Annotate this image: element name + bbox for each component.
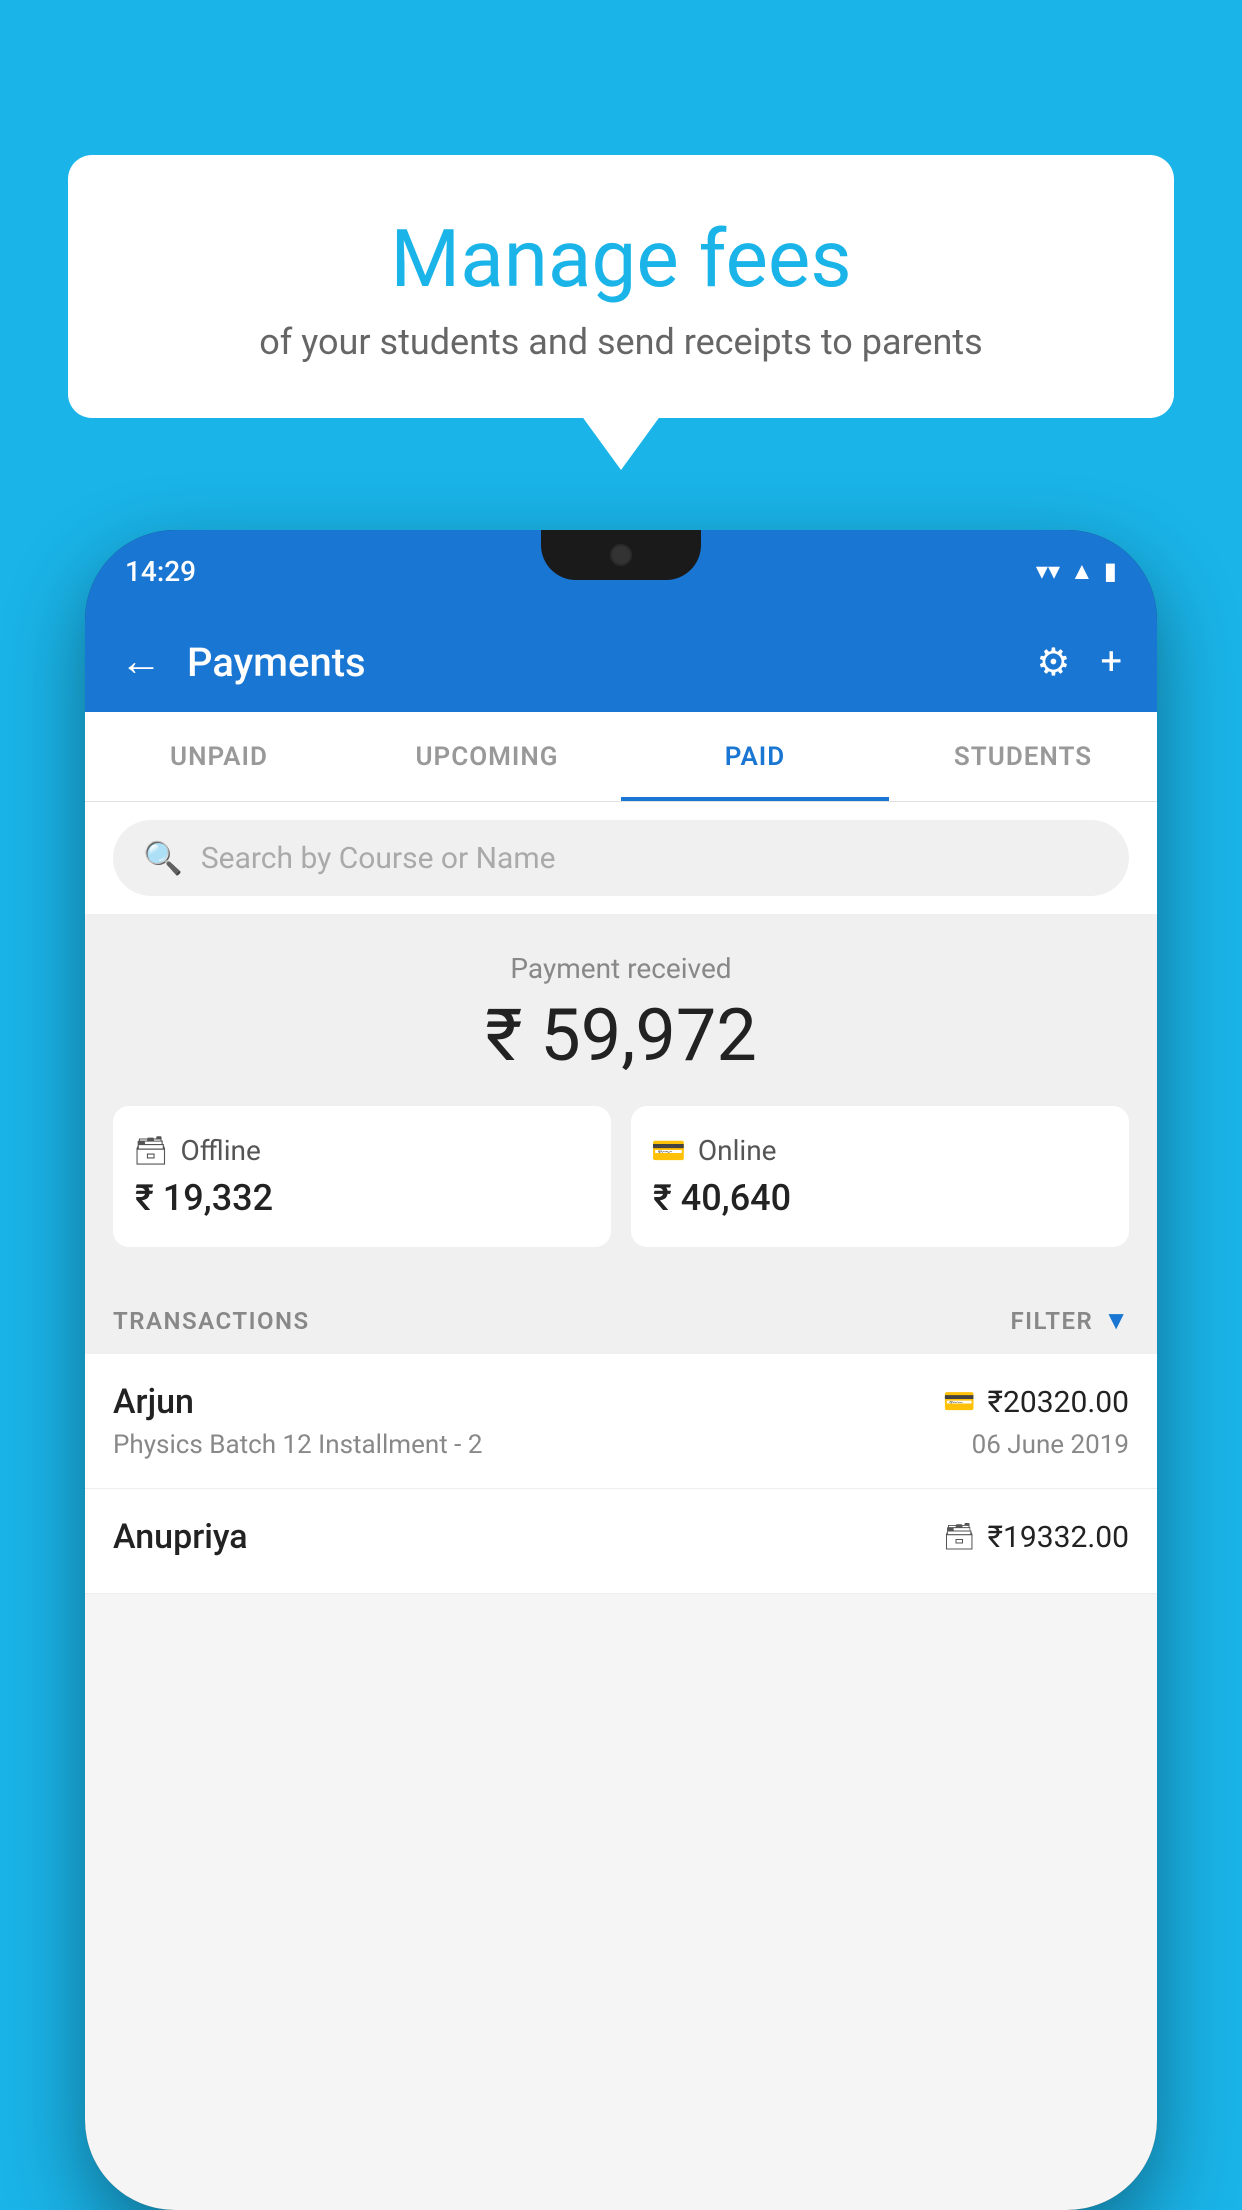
status-time: 14:29: [125, 555, 196, 588]
transaction-date: 06 June 2019: [972, 1430, 1129, 1460]
back-button[interactable]: ←: [120, 641, 162, 683]
transaction-course: Physics Batch 12 Installment - 2: [113, 1430, 482, 1460]
online-card: 💳 Online ₹ 40,640: [631, 1106, 1129, 1247]
card-payment-icon: 💳: [943, 1387, 975, 1417]
app-header: ← Payments ⚙ +: [85, 612, 1157, 712]
page-title: Payments: [187, 639, 1011, 686]
status-bar: 14:29 ▾▾ ▲ ▮: [85, 530, 1157, 612]
payment-received-label: Payment received: [113, 952, 1129, 985]
filter-icon[interactable]: ▼: [1103, 1305, 1129, 1336]
status-icons: ▾▾ ▲ ▮: [1036, 557, 1117, 586]
filter-section[interactable]: FILTER ▼: [1010, 1305, 1129, 1336]
battery-icon: ▮: [1104, 557, 1117, 585]
header-icons: ⚙ +: [1036, 640, 1122, 685]
search-bar-wrap: 🔍 Search by Course or Name: [85, 802, 1157, 914]
payment-total-amount: ₹ 59,972: [113, 993, 1129, 1078]
offline-label: Offline: [181, 1134, 261, 1167]
tab-upcoming[interactable]: UPCOMING: [353, 712, 621, 801]
transaction-item[interactable]: Arjun 💳 ₹20320.00 Physics Batch 12 Insta…: [85, 1354, 1157, 1489]
add-button[interactable]: +: [1100, 640, 1122, 684]
offline-card-header: 🗃 Offline: [133, 1134, 591, 1167]
speech-bubble: Manage fees of your students and send re…: [68, 155, 1174, 418]
notch: [541, 530, 701, 580]
search-input[interactable]: Search by Course or Name: [201, 841, 556, 876]
phone-content: 🔍 Search by Course or Name Payment recei…: [85, 802, 1157, 2210]
transaction-row1: Anupriya 🗃 ₹19332.00: [113, 1517, 1129, 1557]
offline-card: 🗃 Offline ₹ 19,332: [113, 1106, 611, 1247]
tab-paid[interactable]: PAID: [621, 712, 889, 801]
phone-frame: 14:29 ▾▾ ▲ ▮ ← Payments ⚙ + UNPAID UPCOM…: [85, 530, 1157, 2210]
gear-icon[interactable]: ⚙: [1036, 640, 1070, 685]
search-icon: 🔍: [143, 839, 183, 877]
tab-unpaid[interactable]: UNPAID: [85, 712, 353, 801]
transactions-header: TRANSACTIONS FILTER ▼: [85, 1277, 1157, 1354]
wifi-icon: ▾▾: [1036, 557, 1060, 585]
transaction-name: Anupriya: [113, 1517, 248, 1557]
payment-cards: 🗃 Offline ₹ 19,332 💳 Online ₹ 40,640: [113, 1106, 1129, 1247]
transaction-amount-wrap: 💳 ₹20320.00: [943, 1385, 1129, 1420]
transaction-name: Arjun: [113, 1382, 194, 1422]
filter-label: FILTER: [1010, 1307, 1093, 1335]
bubble-title: Manage fees: [118, 215, 1124, 303]
online-amount: ₹ 40,640: [651, 1177, 1109, 1219]
offline-icon: 🗃: [133, 1134, 169, 1167]
transaction-amount-wrap: 🗃 ₹19332.00: [943, 1520, 1129, 1555]
offline-amount: ₹ 19,332: [133, 1177, 591, 1219]
transaction-amount: ₹19332.00: [988, 1520, 1129, 1555]
transaction-row2: Physics Batch 12 Installment - 2 06 June…: [113, 1430, 1129, 1460]
transaction-amount: ₹20320.00: [988, 1385, 1129, 1420]
offline-payment-icon: 🗃: [943, 1522, 976, 1552]
camera-dot: [610, 544, 632, 566]
tab-students[interactable]: STUDENTS: [889, 712, 1157, 801]
online-label: Online: [698, 1134, 777, 1167]
payment-received-section: Payment received ₹ 59,972 🗃 Offline ₹ 19…: [85, 914, 1157, 1277]
signal-icon: ▲: [1070, 557, 1094, 586]
transactions-label: TRANSACTIONS: [113, 1307, 310, 1335]
search-bar[interactable]: 🔍 Search by Course or Name: [113, 820, 1129, 896]
speech-bubble-container: Manage fees of your students and send re…: [68, 155, 1174, 418]
transaction-item[interactable]: Anupriya 🗃 ₹19332.00: [85, 1489, 1157, 1594]
tabs-bar: UNPAID UPCOMING PAID STUDENTS: [85, 712, 1157, 802]
bubble-subtitle: of your students and send receipts to pa…: [118, 321, 1124, 363]
transaction-row1: Arjun 💳 ₹20320.00: [113, 1382, 1129, 1422]
online-card-header: 💳 Online: [651, 1134, 1109, 1167]
online-icon: 💳: [651, 1134, 686, 1167]
